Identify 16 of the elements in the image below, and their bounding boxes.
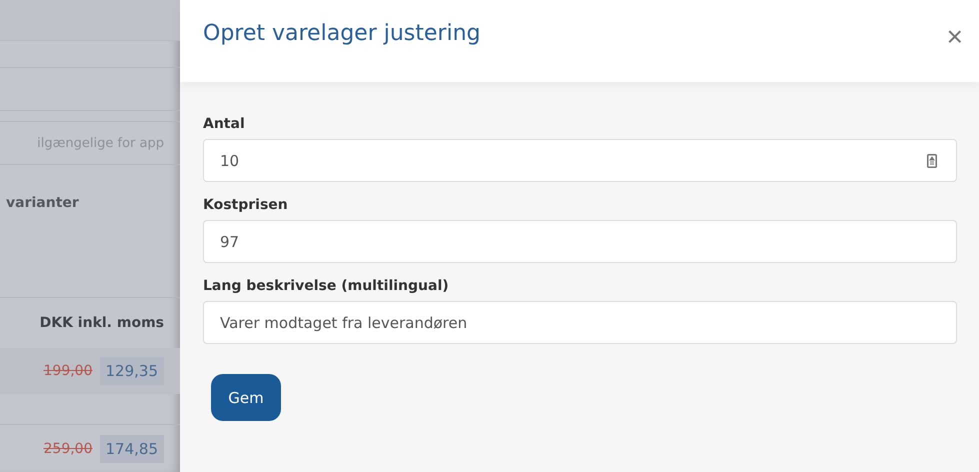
- input-field[interactable]: 10: [203, 139, 957, 182]
- spinner-icon[interactable]: [927, 154, 937, 168]
- field-label: Antal: [203, 116, 246, 132]
- input-field[interactable]: 97: [203, 220, 957, 263]
- input-field[interactable]: Varer modtaget fra leverandøren: [203, 301, 957, 344]
- dialog-title: Opret varelager justering: [203, 20, 480, 46]
- old-price: 259,00: [44, 440, 92, 457]
- option-label: varianter: [6, 195, 79, 212]
- save-button[interactable]: Gem: [211, 374, 281, 421]
- price-tag: 129,35: [100, 356, 164, 385]
- old-price: 199,00: [44, 362, 92, 379]
- field-label: Kostprisen: [203, 197, 289, 213]
- price-tag: 174,85: [100, 434, 164, 463]
- column-header: DKK inkl. moms: [40, 314, 164, 331]
- field-label: Lang beskrivelse (multilingual): [203, 278, 450, 294]
- close-button[interactable]: ×: [942, 23, 967, 51]
